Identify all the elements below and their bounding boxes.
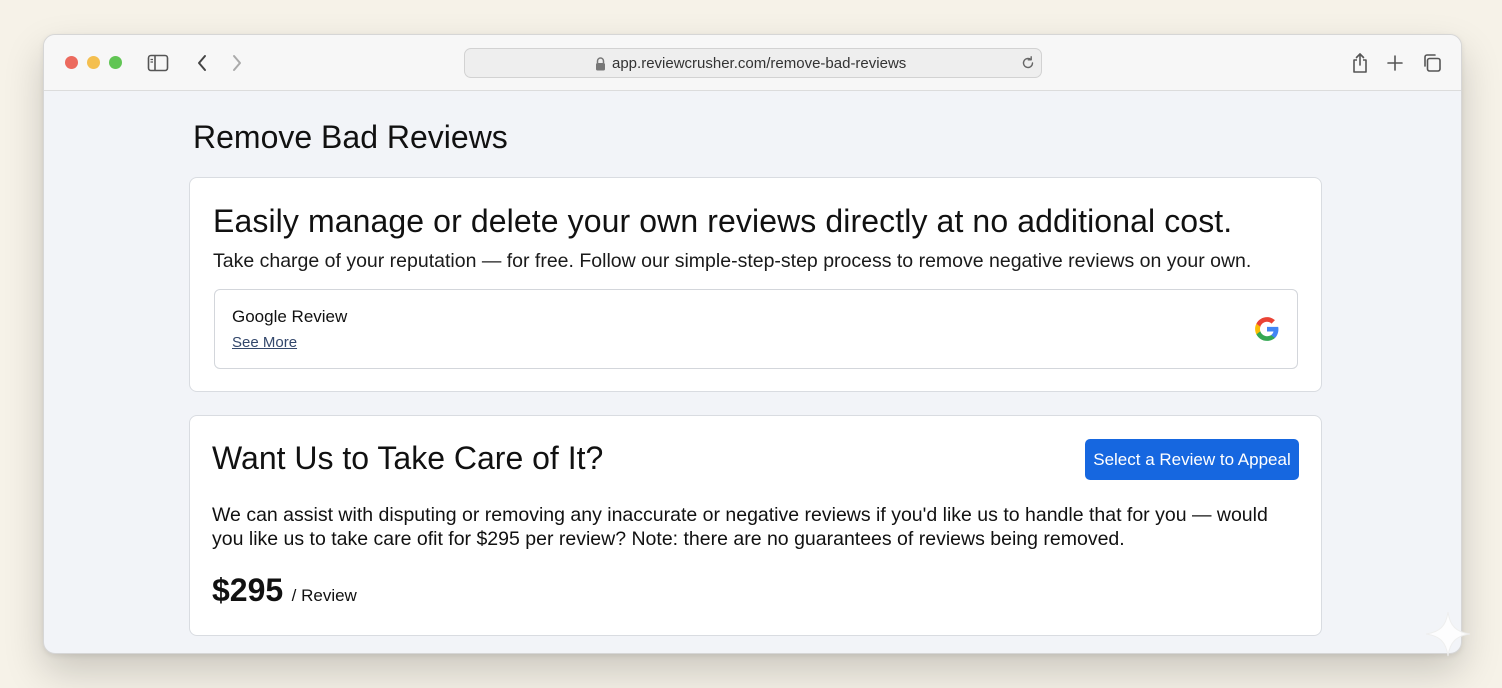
forward-icon[interactable] bbox=[225, 51, 249, 75]
managed-service-description: We can assist with disputing or removing… bbox=[212, 504, 1268, 550]
managed-service-heading: Want Us to Take Care of It? bbox=[212, 440, 604, 476]
self-service-heading: Easily manage or delete your own reviews… bbox=[213, 203, 1233, 239]
lock-icon bbox=[595, 57, 606, 76]
sidebar-icon[interactable] bbox=[146, 51, 170, 75]
browser-window: app.reviewcrusher.com/remove-bad-reviews… bbox=[43, 34, 1462, 654]
share-icon[interactable] bbox=[1348, 51, 1372, 75]
review-title: Google Review bbox=[232, 307, 348, 326]
select-review-to-appeal-button[interactable]: Select a Review to Appeal bbox=[1085, 439, 1299, 480]
google-review-item[interactable]: Google Review See More bbox=[214, 289, 1298, 369]
self-service-card: Easily manage or delete your own reviews… bbox=[189, 177, 1322, 392]
see-more-link[interactable]: See More bbox=[232, 334, 297, 351]
url-text: app.reviewcrusher.com/remove-bad-reviews bbox=[612, 55, 907, 72]
self-service-subheading: Take charge of your reputation — for fre… bbox=[213, 250, 1252, 272]
tabs-overview-icon[interactable] bbox=[1420, 51, 1444, 75]
sparkle-icon bbox=[1424, 610, 1472, 663]
price-amount: $295 bbox=[212, 572, 284, 608]
browser-toolbar: app.reviewcrusher.com/remove-bad-reviews bbox=[44, 35, 1461, 91]
page-content: Remove Bad Reviews Easily manage or dele… bbox=[44, 91, 1461, 653]
minimize-window-button[interactable] bbox=[87, 56, 100, 69]
close-window-button[interactable] bbox=[65, 56, 78, 69]
new-tab-icon[interactable] bbox=[1383, 51, 1407, 75]
price: $295 / Review bbox=[212, 572, 357, 609]
reload-icon[interactable] bbox=[1020, 55, 1036, 76]
zoom-window-button[interactable] bbox=[109, 56, 122, 69]
page-title: Remove Bad Reviews bbox=[193, 119, 508, 155]
address-bar[interactable]: app.reviewcrusher.com/remove-bad-reviews bbox=[464, 48, 1042, 78]
price-unit: / Review bbox=[291, 586, 357, 605]
managed-service-card: Want Us to Take Care of It? Select a Rev… bbox=[189, 415, 1322, 636]
google-icon bbox=[1254, 316, 1280, 342]
back-icon[interactable] bbox=[190, 51, 214, 75]
